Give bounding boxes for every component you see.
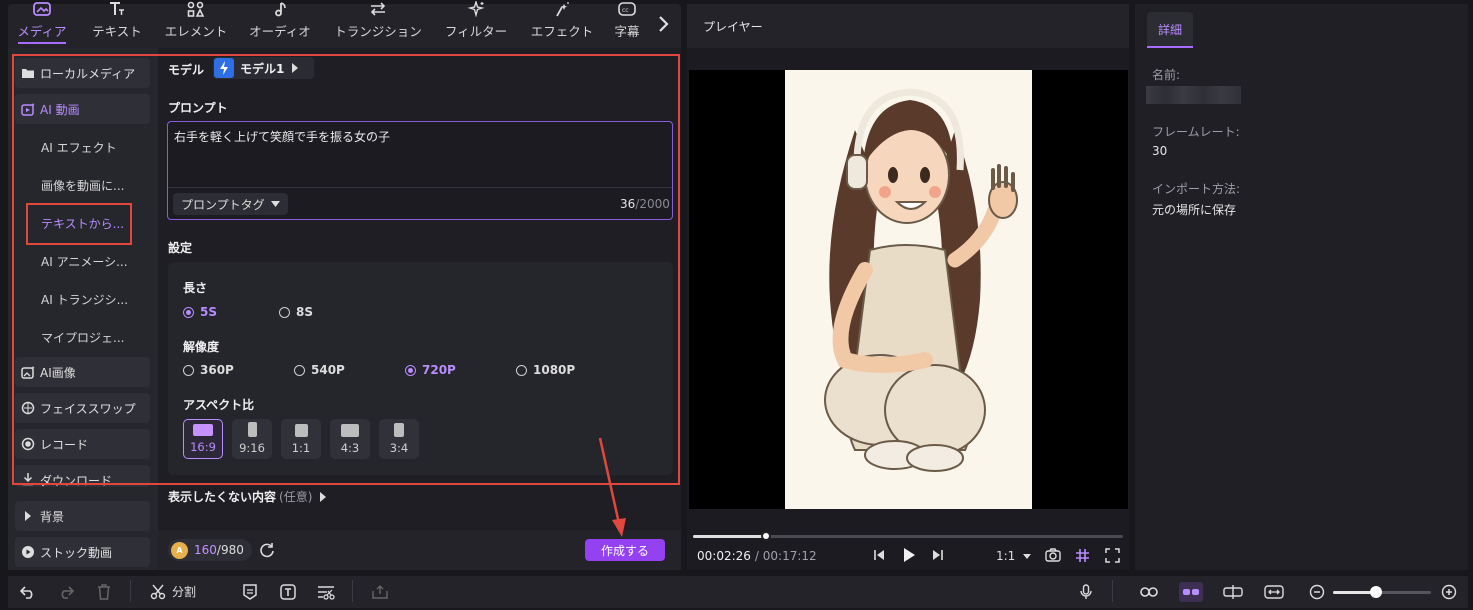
scissors-icon [150,584,166,600]
refresh-icon[interactable] [258,541,276,559]
sidebar-item-label: 背景 [40,509,65,524]
fullscreen-icon[interactable] [1105,548,1120,563]
subtitle-icon: cc [617,0,637,18]
create-button[interactable]: 作成する [585,539,665,561]
tab-label: メディア [17,24,67,39]
svg-text:cc: cc [622,7,629,14]
caret-right-icon [21,509,35,523]
tab-transition[interactable]: トランジション [330,0,426,44]
undo-icon[interactable] [18,582,38,602]
import-method-value: 元の場所に保存 [1152,203,1237,217]
play-icon[interactable] [902,547,916,563]
sidebar-item-label: ストック動画 [40,545,113,560]
tab-label: エレメント [164,24,228,39]
link-icon[interactable] [1139,582,1159,602]
credits-used: 160 [194,543,217,557]
tab-details[interactable]: 詳細 [1147,12,1193,48]
zoom-out-icon[interactable] [1307,582,1327,602]
text-icon [107,0,127,18]
sidebar-item-background[interactable]: 背景 [15,501,150,531]
fit-width-icon[interactable] [1264,582,1284,602]
divider [1112,580,1113,602]
credit-coin-icon: A [171,541,188,559]
step-back-icon[interactable] [873,549,885,561]
annotation-arrow-icon [596,436,632,540]
text-box-icon[interactable] [278,582,298,602]
effect-icon [552,0,572,18]
step-forward-icon[interactable] [932,549,944,561]
filter-icon [466,0,486,18]
tab-subtitle[interactable]: cc 字幕 [608,0,646,44]
tab-label: 字幕 [614,24,640,39]
zoom-value: 1:1 [996,549,1016,563]
play-circle-icon [21,545,35,559]
blurred-name-value [1146,86,1241,104]
time-display: 00:02:26 / 00:17:12 [697,549,817,563]
zoom-slider-handle[interactable] [1370,586,1382,598]
caret-right-icon [320,491,327,502]
tab-filter[interactable]: フィルター [440,0,512,44]
zoom-in-icon[interactable] [1439,582,1459,602]
transition-icon [368,0,388,18]
tab-text[interactable]: テキスト [86,0,148,44]
export-box-icon[interactable] [370,582,390,602]
microphone-icon[interactable] [1076,582,1096,602]
credits-total: /980 [216,543,244,557]
camera-icon[interactable] [1045,548,1061,562]
split-button[interactable]: 分割 [150,583,196,600]
zoom-slider[interactable] [1333,591,1431,594]
negative-optional: (任意) [279,490,313,504]
zoom-dropdown[interactable]: 1:1 [996,549,1032,563]
tab-label: オーディオ [249,24,311,39]
tab-label: テキスト [92,24,142,39]
trim-icon[interactable] [316,582,336,602]
divider [352,580,353,602]
annotation-box [12,54,680,485]
progress-fill [693,535,767,538]
negative-label: 表示したくない内容 [168,490,277,504]
snap-icon[interactable] [1179,582,1203,602]
tab-media[interactable]: メディア [12,0,72,44]
framerate-label: フレームレート: [1152,125,1240,139]
credit-counter: A 160 /980 [168,539,252,561]
caret-down-icon [1023,553,1032,559]
tab-label: トランジション [334,24,422,39]
media-icon [32,0,52,18]
audio-icon [270,0,290,18]
chevron-right-icon[interactable] [656,14,670,34]
annotation-box [26,203,132,245]
total-time: / 00:17:12 [754,549,817,563]
tab-elements[interactable]: エレメント [160,0,232,44]
framerate-value: 30 [1152,144,1168,158]
tab-label: フィルター [444,24,508,39]
elements-icon [186,0,206,18]
grid-icon[interactable] [1075,548,1090,563]
tab-effect[interactable]: エフェクト [526,0,598,44]
video-frame-image [785,70,1032,509]
tab-label: エフェクト [530,24,594,39]
sidebar-item-stock-video[interactable]: ストック動画 [15,537,150,567]
split-label: 分割 [172,585,197,599]
negative-prompt-toggle[interactable]: 表示したくない内容 (任意) [168,488,327,505]
progress-track[interactable] [693,535,1123,538]
import-method-label: インポート方法: [1152,182,1241,196]
current-time: 00:02:26 [697,549,751,563]
subtitle-edit-icon[interactable] [240,582,260,602]
redo-icon[interactable] [56,582,76,602]
tab-audio[interactable]: オーディオ [244,0,316,44]
player-title: プレイヤー [703,20,763,34]
split-clip-icon[interactable] [1223,582,1243,602]
name-label: 名前: [1152,68,1181,82]
timeline-toolbar [8,576,1468,608]
delete-icon[interactable] [94,582,114,602]
divider [130,580,131,602]
